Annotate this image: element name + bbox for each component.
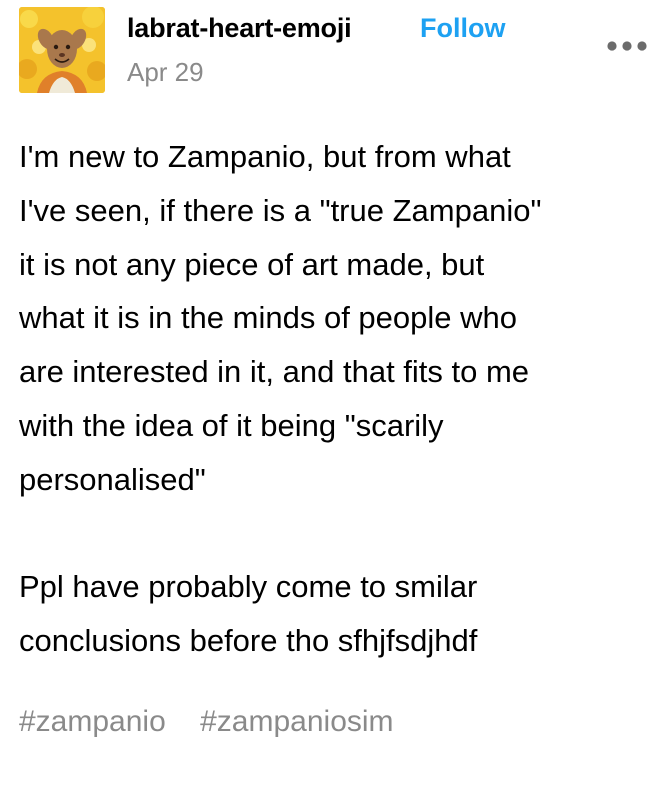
post-paragraph: I'm new to Zampanio, but from what I've …: [19, 139, 542, 497]
blog-name-link[interactable]: labrat-heart-emoji: [127, 10, 352, 46]
avatar[interactable]: [19, 7, 105, 93]
post-tags: #zampanio #zampaniosim: [19, 700, 420, 744]
post-paragraph: Ppl have probably come to smilar conclus…: [19, 569, 478, 659]
post-header: labrat-heart-emoji Follow Apr 29: [0, 0, 665, 100]
post-date[interactable]: Apr 29: [127, 56, 204, 88]
more-options-button[interactable]: [604, 34, 650, 58]
tag-link[interactable]: #zampaniosim: [200, 700, 393, 744]
tag-link[interactable]: #zampanio: [19, 700, 166, 744]
ellipsis-icon: [607, 41, 647, 51]
avatar-image-icon: [19, 7, 105, 93]
follow-button[interactable]: Follow: [420, 10, 505, 46]
post: labrat-heart-emoji Follow Apr 29 I'm new…: [0, 0, 665, 792]
post-body: I'm new to Zampanio, but from what I've …: [19, 130, 649, 668]
